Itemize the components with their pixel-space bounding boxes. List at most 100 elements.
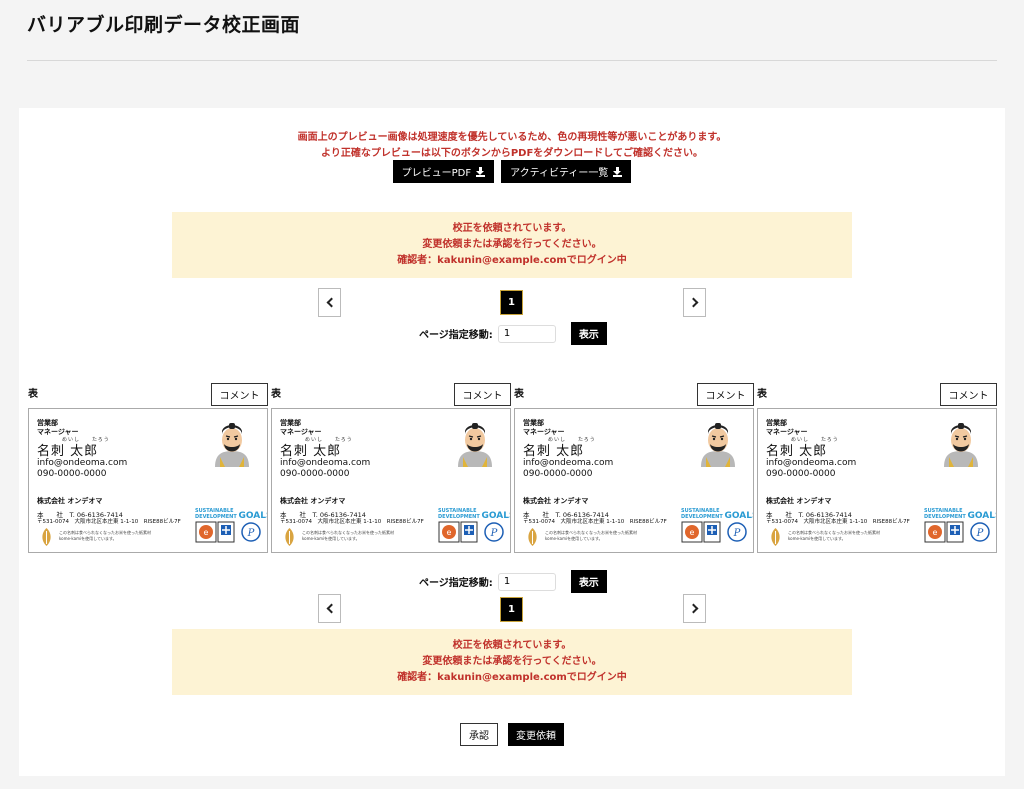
card-name: 名刺 太郎 [280,444,342,459]
card-email: info@ondeoma.com [766,458,857,468]
card-side-label: 表 [28,389,38,400]
svg-text:e: e [204,528,209,537]
chevron-left-icon [326,603,336,614]
card-company: 株式会社 オンデオマ [280,497,346,505]
svg-text:P: P [490,528,498,539]
svg-text:e: e [447,528,452,537]
preview-notice: 画面上のプレビュー画像は処理速度を優先しているため、色の再現性等が悪いことがあり… [19,130,1005,162]
page-jump: ページ指定移動: 表示 [419,322,607,345]
business-card-image: 営業部 マネージャー めいし たろう 名刺 太郎 info@ondeoma.com… [271,408,511,553]
certification-badges: e P [681,521,747,543]
sdgs-logo: SUSTAINABLEDEVELOPMENT GOALS [681,508,753,521]
card-name: 名刺 太郎 [37,444,99,459]
activity-list-label: アクティビティー一覧 [510,168,609,179]
comment-button[interactable]: コメント [211,383,268,406]
card-paper-note: この名刺は食べられなくなったお米を使った紙素材 kome-kamiを使用しています… [302,530,394,541]
card-phone: 090-0000-0000 [523,469,593,479]
sdgs-logo: SUSTAINABLEDEVELOPMENT GOALS [195,508,267,521]
alert-line-1: 校正を依頼されています。 [452,223,572,234]
alert-line-3: 確認者：kakunin@example.comでログイン中 [397,672,627,683]
card-company: 株式会社 オンデオマ [766,497,832,505]
page-jump-bottom: ページ指定移動: 表示 [419,570,607,593]
certification-badges: e P [924,521,990,543]
proof-request-alert-bottom: 校正を依頼されています。 変更依頼または承認を行ってください。 確認者：kaku… [172,629,852,695]
card-phone: 090-0000-0000 [280,469,350,479]
card-paper-note: この名刺は食べられなくなったお米を使った紙素材 kome-kamiを使用しています… [545,530,637,541]
page-title: バリアブル印刷データ校正画面 [27,14,301,36]
card-dept: 営業部 マネージャー [280,419,322,436]
card-phone: 090-0000-0000 [766,469,836,479]
prev-page-button[interactable] [318,288,341,317]
proof-actions: 承認 変更依頼 [19,723,1005,746]
notice-line-1: 画面上のプレビュー画像は処理速度を優先しているため、色の再現性等が悪いことがあり… [297,132,727,143]
comment-button[interactable]: コメント [940,383,997,406]
download-buttons: プレビューPDF アクティビティー一覧 [19,160,1005,183]
certification-badges: e P [438,521,504,543]
card-paper-note: この名刺は食べられなくなったお米を使った紙素材 kome-kamiを使用しています… [59,530,151,541]
card-company: 株式会社 オンデオマ [523,497,589,505]
rice-leaf-icon [528,528,537,546]
chevron-right-icon [688,603,698,614]
approve-button[interactable]: 承認 [460,723,498,746]
proof-request-alert: 校正を依頼されています。 変更依頼または承認を行ってください。 確認者：kaku… [172,212,852,278]
card-address-line-2: 〒531-0074 大阪市北区本庄東 1-1-10 RISE88ビル7F [766,519,910,525]
next-page-button[interactable] [683,594,706,623]
card-address-line-2: 〒531-0074 大阪市北区本庄東 1-1-10 RISE88ビル7F [523,519,667,525]
page-jump-input[interactable] [497,572,556,591]
svg-text:P: P [247,528,255,539]
business-card-image: 営業部 マネージャー めいし たろう 名刺 太郎 info@ondeoma.com… [28,408,268,553]
comment-button[interactable]: コメント [697,383,754,406]
card-email: info@ondeoma.com [37,458,128,468]
proof-panel: 画面上のプレビュー画像は処理速度を優先しているため、色の再現性等が悪いことがあり… [19,108,1005,776]
alert-line-3: 確認者：kakunin@example.comでログイン中 [397,255,627,266]
request-change-button[interactable]: 変更依頼 [508,723,564,746]
svg-text:e: e [933,528,938,537]
chevron-left-icon [326,297,336,308]
card-address-line-2: 〒531-0074 大阪市北区本庄東 1-1-10 RISE88ビル7F [280,519,424,525]
business-card-image: 営業部 マネージャー めいし たろう 名刺 太郎 info@ondeoma.com… [757,408,997,553]
next-page-button[interactable] [683,288,706,317]
rice-leaf-icon [771,528,780,546]
page-number-current[interactable]: 1 [500,597,523,622]
certification-badges: e P [195,521,261,543]
card-side-label: 表 [514,389,524,400]
download-icon [476,166,486,177]
page-jump-label: ページ指定移動: [419,330,493,341]
card-company: 株式会社 オンデオマ [37,497,103,505]
card-phone: 090-0000-0000 [37,469,107,479]
activity-list-button[interactable]: アクティビティー一覧 [501,160,632,183]
chevron-right-icon [688,297,698,308]
page-jump-label: ページ指定移動: [419,578,493,589]
page-jump-show-button[interactable]: 表示 [570,570,607,593]
samurai-avatar-icon [458,423,492,467]
page-jump-input[interactable] [497,324,556,343]
card-side-label: 表 [757,389,767,400]
sdgs-logo: SUSTAINABLEDEVELOPMENT GOALS [438,508,510,521]
rice-leaf-icon [285,528,294,546]
card-dept: 営業部 マネージャー [37,419,79,436]
card-name: 名刺 太郎 [523,444,585,459]
svg-text:e: e [690,528,695,537]
comment-button[interactable]: コメント [454,383,511,406]
samurai-avatar-icon [215,423,249,467]
card-name: 名刺 太郎 [766,444,828,459]
svg-text:P: P [733,528,741,539]
card-paper-note: この名刺は食べられなくなったお米を使った紙素材 kome-kamiを使用しています… [788,530,880,541]
prev-page-button[interactable] [318,594,341,623]
rice-leaf-icon [42,528,51,546]
samurai-avatar-icon [701,423,735,467]
card-dept: 営業部 マネージャー [523,419,565,436]
card-email: info@ondeoma.com [523,458,614,468]
card-dept: 営業部 マネージャー [766,419,808,436]
card-side-label: 表 [271,389,281,400]
header-divider [27,60,997,61]
alert-line-1: 校正を依頼されています。 [452,640,572,651]
business-card-image: 営業部 マネージャー めいし たろう 名刺 太郎 info@ondeoma.com… [514,408,754,553]
preview-pdf-button[interactable]: プレビューPDF [392,160,495,183]
page-jump-show-button[interactable]: 表示 [570,322,607,345]
samurai-avatar-icon [944,423,978,467]
page-number-current[interactable]: 1 [500,290,523,315]
alert-line-2: 変更依頼または承認を行ってください。 [422,656,602,667]
alert-line-2: 変更依頼または承認を行ってください。 [422,239,602,250]
sdgs-logo: SUSTAINABLEDEVELOPMENT GOALS [924,508,996,521]
